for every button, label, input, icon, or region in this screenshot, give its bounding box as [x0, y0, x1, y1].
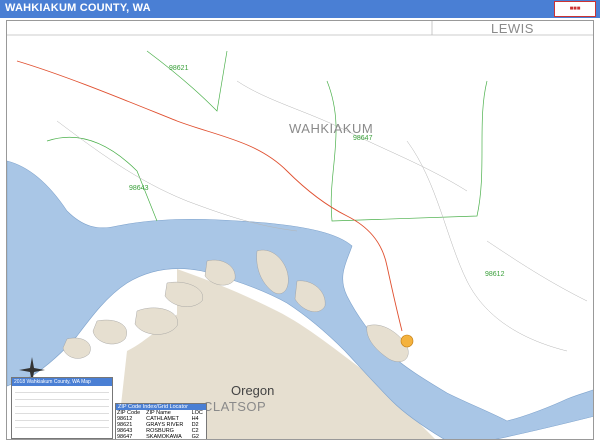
- county-label-lewis: LEWIS: [491, 21, 534, 36]
- zip-label-98643: 98643: [129, 185, 149, 192]
- county-label-wahkiakum: WAHKIAKUM: [289, 121, 374, 136]
- cathlamet-town: [400, 334, 414, 348]
- legend-row: [15, 387, 109, 393]
- zip-label-98647: 98647: [353, 135, 373, 142]
- state-label-oregon: Oregon: [231, 383, 275, 398]
- legend-row: [15, 415, 109, 421]
- zip-boundary-98647: [326, 80, 488, 222]
- map-frame[interactable]: LEWIS WAHKIAKUM CLATSOP Oregon 98621 986…: [6, 20, 594, 440]
- island-4: [134, 307, 178, 335]
- island-5: [92, 319, 127, 345]
- road-gray-2: [406, 140, 568, 352]
- title-bar: WAHKIAKUM COUNTY, WA ■■■: [0, 0, 600, 18]
- legend-row: [15, 422, 109, 428]
- island-6: [62, 337, 91, 359]
- legend-row: [15, 401, 109, 407]
- legend-row: [15, 408, 109, 414]
- table-row: 98647 SKAMOKAWA G2: [116, 434, 206, 440]
- zip-name-cell: SKAMOKAWA: [146, 434, 182, 440]
- legend-row: [15, 394, 109, 400]
- zip-locator-table: ZIP Code Index/Grid Locator ZIP Code ZIP…: [115, 403, 207, 440]
- county-label-clatsop: CLATSOP: [203, 399, 267, 414]
- legend-title: 2018 Wahkiakum County, WA Map: [12, 378, 112, 386]
- map-title: WAHKIAKUM COUNTY, WA: [5, 2, 151, 14]
- publisher-logo: ■■■: [554, 1, 596, 17]
- zip-boundary-98621: [146, 50, 228, 112]
- zip-code-cell: 98647: [117, 434, 133, 440]
- zip-label-98612: 98612: [485, 271, 505, 278]
- zip-loc-cell: G2: [191, 434, 199, 440]
- road-gray-3: [236, 80, 468, 192]
- map-legend: 2018 Wahkiakum County, WA Map: [11, 377, 113, 439]
- road-gray-1: [56, 120, 298, 232]
- zip-table: ZIP Code ZIP Name LOC 98612 CATHLAMET H4…: [116, 410, 206, 440]
- logo-icon: ■■■: [569, 6, 581, 12]
- zip-label-98621: 98621: [169, 65, 189, 72]
